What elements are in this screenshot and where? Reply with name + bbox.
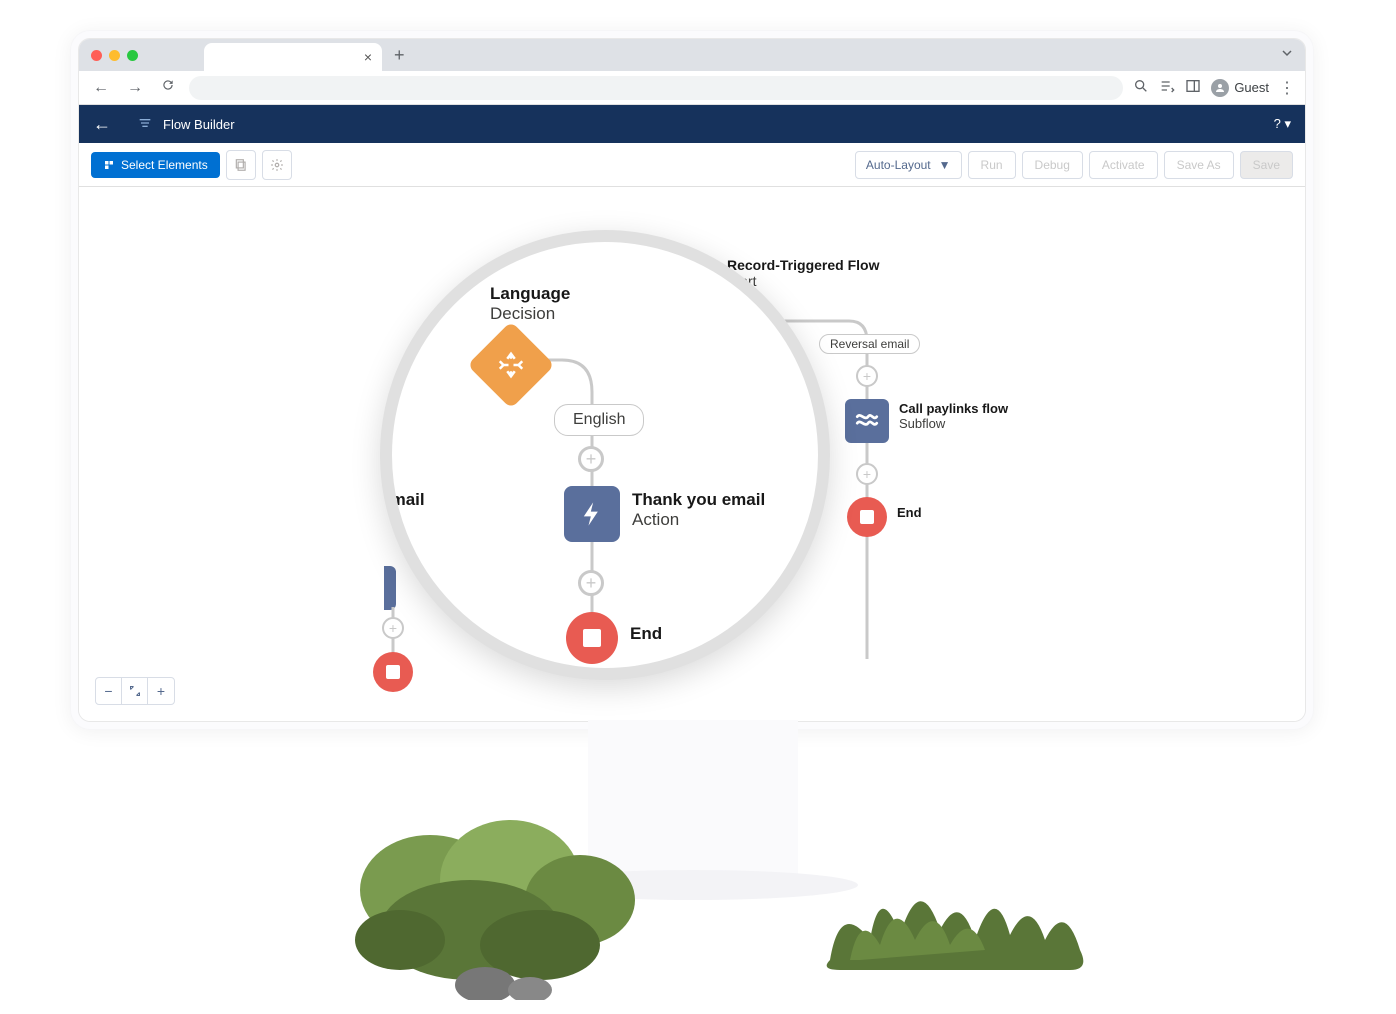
browser-tab[interactable]: ×: [204, 43, 382, 71]
action-label: Thank you email Action: [632, 490, 765, 530]
window-traffic-lights: [91, 50, 138, 61]
save-as-button[interactable]: Save As: [1164, 151, 1234, 179]
decision-label: Language Decision: [490, 284, 570, 324]
action-node[interactable]: [564, 486, 620, 542]
panel-icon[interactable]: [1185, 78, 1201, 98]
search-icon[interactable]: [1133, 78, 1149, 98]
end-text-right: End: [897, 505, 922, 520]
copy-button[interactable]: [226, 150, 256, 180]
subflow-node[interactable]: [845, 399, 889, 443]
guest-label: Guest: [1234, 80, 1269, 95]
avatar-icon: [1211, 79, 1229, 97]
save-button[interactable]: Save: [1240, 151, 1293, 179]
browser-urlbar: ← → Guest ⋮: [79, 71, 1305, 105]
branch-pill[interactable]: English: [554, 404, 644, 436]
action-title: Thank you email: [632, 490, 765, 510]
mag-left-peek: k you email: [380, 490, 425, 510]
mag-end-node[interactable]: [566, 612, 618, 664]
mag-end-label: End: [630, 624, 662, 644]
zoom-out-button[interactable]: −: [96, 678, 122, 704]
zoom-in-button[interactable]: +: [148, 678, 174, 704]
decision-title: Language: [490, 284, 570, 304]
nav-forward-icon[interactable]: →: [123, 77, 147, 99]
fullscreen-window-dot[interactable]: [127, 50, 138, 61]
select-elements-button[interactable]: Select Elements: [91, 152, 220, 178]
reload-icon[interactable]: [157, 76, 179, 99]
action-sub: Action: [632, 510, 765, 530]
app-title: Flow Builder: [163, 117, 235, 132]
activate-button[interactable]: Activate: [1089, 151, 1158, 179]
zoom-controls: − +: [95, 677, 175, 705]
mag-end-text: End: [630, 624, 662, 644]
run-button[interactable]: Run: [968, 151, 1016, 179]
reversal-branch-label[interactable]: Reversal email: [819, 334, 920, 354]
zoom-fit-button[interactable]: [122, 678, 148, 704]
end-node-right[interactable]: [847, 497, 887, 537]
add-node-plus-2[interactable]: +: [856, 463, 878, 485]
mag-left-peek-text: k you email: [380, 490, 425, 510]
minimize-window-dot[interactable]: [109, 50, 120, 61]
builder-toolbar: Select Elements Auto-Layout ▼ Run Debug …: [79, 143, 1305, 187]
layout-mode-select[interactable]: Auto-Layout ▼: [855, 151, 962, 179]
help-icon[interactable]: ? ▾: [1274, 116, 1291, 132]
subflow-label: Call paylinks flow Subflow: [899, 401, 1008, 431]
reading-list-icon[interactable]: [1159, 78, 1175, 98]
mag-plus-2[interactable]: +: [578, 570, 604, 596]
close-window-dot[interactable]: [91, 50, 102, 61]
flow-builder-icon: [137, 115, 153, 134]
new-tab-button[interactable]: +: [394, 45, 405, 66]
layout-mode-label: Auto-Layout: [866, 158, 931, 172]
subflow-title: Call paylinks flow: [899, 401, 1008, 416]
browser-tabstrip: × +: [79, 39, 1305, 71]
left-bush-decor: [340, 790, 660, 1000]
right-bush-decor: [820, 840, 1100, 980]
magnifier-connectors: [392, 242, 830, 680]
subflow-sub: Subflow: [899, 416, 1008, 431]
select-elements-label: Select Elements: [121, 158, 208, 172]
address-bar[interactable]: [189, 76, 1123, 100]
nav-back-icon[interactable]: ←: [89, 77, 113, 99]
browser-menu-icon[interactable]: ⋮: [1279, 78, 1295, 98]
app-back-icon[interactable]: ←: [93, 114, 111, 135]
decision-sub: Decision: [490, 304, 570, 324]
magnifier-lens: Language Decision English + Thank you em…: [380, 230, 830, 680]
tab-dropdown-icon[interactable]: [1281, 46, 1293, 64]
chevron-down-icon: ▼: [939, 158, 951, 172]
add-node-plus-1[interactable]: +: [856, 365, 878, 387]
profile-chip[interactable]: Guest: [1211, 79, 1269, 97]
app-header: ← Flow Builder ? ▾: [79, 105, 1305, 143]
debug-button[interactable]: Debug: [1022, 151, 1083, 179]
end-label-right: End: [897, 505, 922, 520]
settings-button[interactable]: [262, 150, 292, 180]
close-tab-icon[interactable]: ×: [364, 49, 372, 65]
mag-plus-1[interactable]: +: [578, 446, 604, 472]
